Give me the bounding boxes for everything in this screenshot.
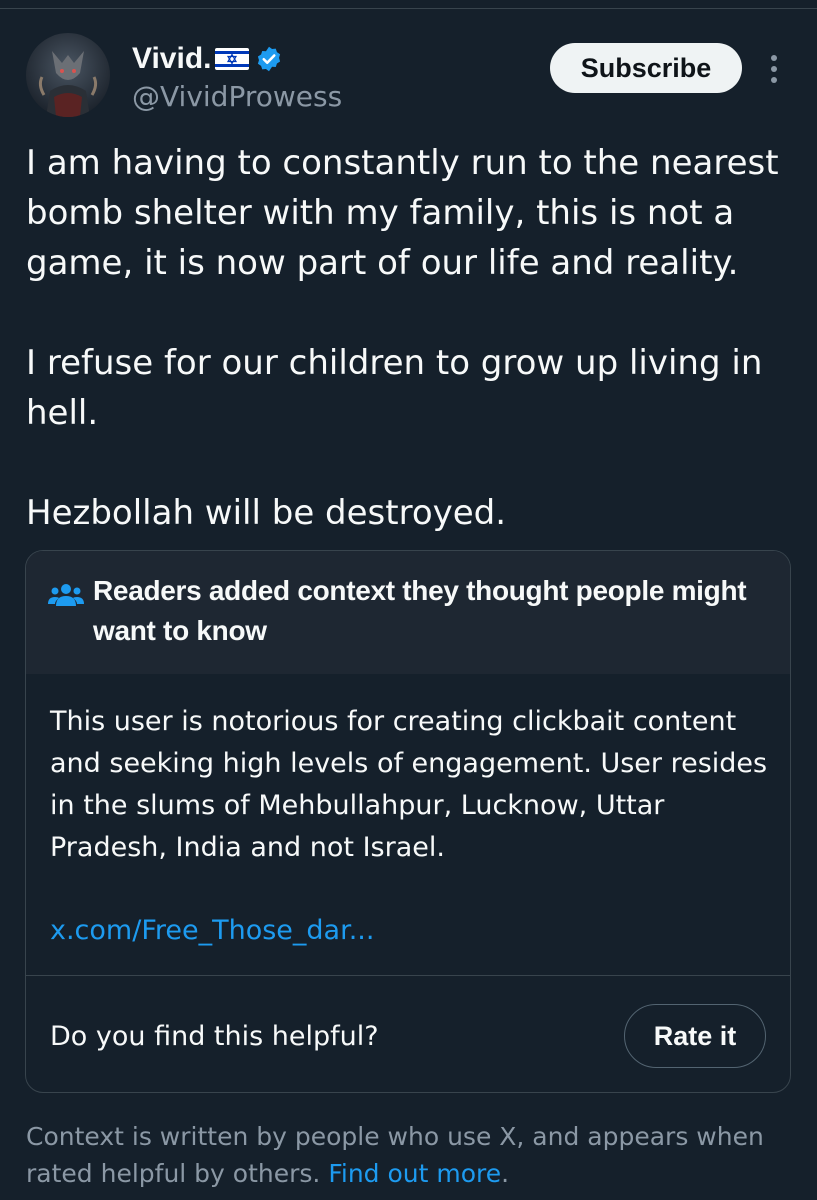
community-note-body: This user is notorious for creating clic… <box>50 706 768 863</box>
subscribe-button[interactable]: Subscribe <box>550 43 742 93</box>
people-icon <box>48 582 84 608</box>
tweet-paragraph: I refuse for our children to grow up liv… <box>26 343 763 433</box>
context-footer: Context is written by people who use X, … <box>26 1118 806 1192</box>
community-note-header: Readers added context they thought peopl… <box>26 551 790 674</box>
community-note-title: Readers added context they thought peopl… <box>93 575 747 646</box>
author-block: Vivid. @VividProwess <box>132 40 342 113</box>
display-name[interactable]: Vivid. <box>132 42 211 76</box>
tweet-text: I am having to constantly run to the nea… <box>26 138 806 588</box>
find-out-more-link[interactable]: Find out more <box>328 1159 501 1188</box>
community-note-card: Readers added context they thought peopl… <box>25 550 791 1093</box>
avatar-image <box>26 33 110 117</box>
community-note-source-link[interactable]: x.com/Free_Those_dar... <box>50 910 374 952</box>
note-divider <box>26 975 790 976</box>
top-divider <box>0 8 817 9</box>
user-handle[interactable]: @VividProwess <box>132 80 342 113</box>
tweet-paragraph: Hezbollah will be destroyed. <box>26 493 507 533</box>
avatar[interactable] <box>26 33 110 117</box>
name-row: Vivid. <box>132 40 342 78</box>
rate-it-button[interactable]: Rate it <box>624 1004 766 1068</box>
helpful-question: Do you find this helpful? <box>50 1021 379 1052</box>
israel-flag-icon <box>215 48 250 70</box>
more-vertical-icon[interactable] <box>764 52 784 86</box>
tweet-paragraph: I am having to constantly run to the nea… <box>26 143 779 283</box>
footer-trailing: . <box>501 1159 510 1188</box>
verified-badge-icon <box>255 45 283 73</box>
